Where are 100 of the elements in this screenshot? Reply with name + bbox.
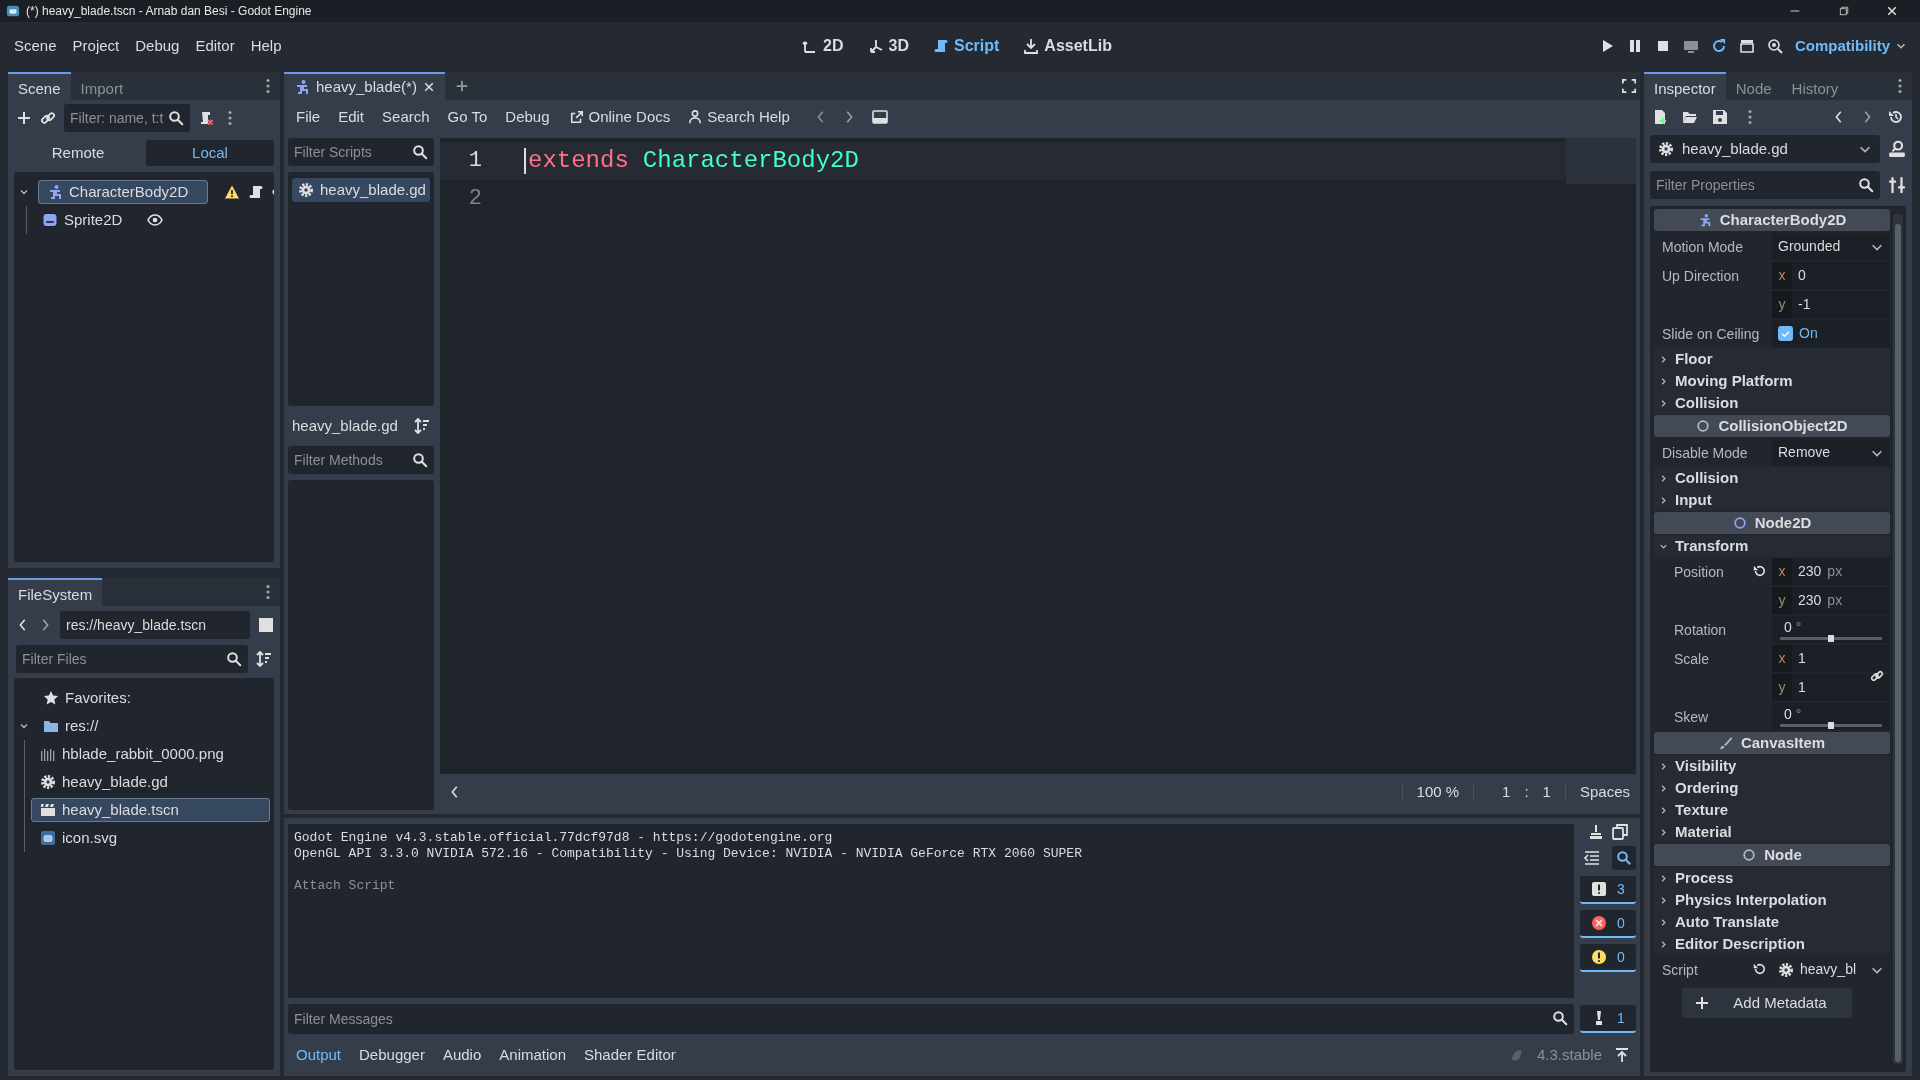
add-tab-icon[interactable]	[454, 79, 469, 93]
slider-field[interactable]: 0 °	[1772, 616, 1890, 643]
number-field[interactable]: y -1	[1772, 291, 1890, 318]
clear-icon[interactable]	[1588, 824, 1604, 840]
indent-mode-button[interactable]: Spaces	[1564, 783, 1636, 801]
pin-icon[interactable]	[1614, 1047, 1630, 1063]
menu-item[interactable]: File	[288, 104, 329, 130]
property-group[interactable]: Collision	[1654, 467, 1890, 489]
dock-tab[interactable]: Inspector	[1644, 72, 1726, 100]
search-icon[interactable]	[1616, 850, 1632, 866]
panel-tab[interactable]: Debugger	[351, 1042, 433, 1068]
menu-item[interactable]: Edit	[330, 104, 373, 130]
property-group[interactable]: Floor	[1654, 348, 1890, 370]
revert-icon[interactable]	[1752, 962, 1766, 976]
property-group[interactable]: Texture	[1654, 799, 1890, 821]
script-list-item[interactable]: heavy_blade.gd	[292, 178, 430, 202]
dock-tab[interactable]: Scene	[8, 72, 71, 100]
panel-tab[interactable]: Output	[288, 1042, 350, 1068]
fullscreen-icon[interactable]	[1622, 79, 1636, 93]
script-icon[interactable]	[248, 184, 264, 200]
close-icon[interactable]	[422, 81, 435, 93]
monitor-icon[interactable]	[1683, 38, 1699, 54]
filter-toggle[interactable]: 0	[1580, 910, 1636, 938]
dropdown[interactable]: Grounded	[1772, 233, 1890, 260]
close-icon[interactable]	[1886, 5, 1898, 17]
filter-field[interactable]: Filter Files	[16, 645, 248, 673]
magnifier-icon[interactable]	[1767, 38, 1783, 54]
panel-tab[interactable]: Audio	[434, 1042, 490, 1068]
open-folder-icon[interactable]	[1682, 109, 1698, 125]
scrollbar-thumb[interactable]	[1895, 224, 1901, 1062]
property-group[interactable]: Collision	[1654, 392, 1890, 414]
filter-field[interactable]: Filter Methods	[288, 446, 434, 474]
menu-item[interactable]: Scene	[6, 33, 65, 59]
sort-icon[interactable]	[413, 418, 430, 434]
copy-icon[interactable]	[1612, 824, 1628, 840]
link-icon[interactable]	[1870, 669, 1884, 683]
mode-toggle[interactable]: Local	[146, 140, 274, 166]
visibility-icon[interactable]	[147, 212, 164, 228]
filesystem-entry[interactable]: heavy_blade.tscn	[31, 798, 270, 822]
detach-script-icon[interactable]	[198, 110, 214, 126]
property-group[interactable]: Transform	[1654, 535, 1890, 557]
slider-thumb[interactable]	[1828, 722, 1834, 730]
property-group[interactable]: Material	[1654, 821, 1890, 843]
resource-picker[interactable]: heavy_bl	[1772, 956, 1890, 983]
link-icon[interactable]	[40, 110, 56, 126]
help-link[interactable]: Online Docs	[561, 104, 679, 130]
slider-thumb[interactable]	[1828, 635, 1834, 643]
property-group[interactable]: Input	[1654, 489, 1890, 511]
mode-toggle[interactable]: Remote	[14, 140, 142, 166]
dropdown[interactable]: Remove	[1772, 439, 1890, 466]
workspace-tab[interactable]: AssetLib	[1015, 32, 1120, 60]
number-field[interactable]: x 230 px	[1772, 558, 1890, 585]
workspace-tab[interactable]: 3D	[859, 32, 917, 60]
filter-toggle[interactable]: 3	[1580, 876, 1636, 904]
stop-icon[interactable]	[1655, 38, 1671, 54]
menu-item[interactable]: Go To	[439, 104, 496, 130]
panel-toggle-icon[interactable]	[871, 109, 888, 125]
renderer-dropdown[interactable]: Compatibility	[1795, 37, 1908, 55]
filter-field[interactable]: Filter Scripts	[288, 138, 434, 166]
menu-item[interactable]: Search	[374, 104, 438, 130]
reload-icon[interactable]	[1711, 38, 1727, 54]
dock-tab[interactable]: Node	[1725, 72, 1782, 100]
menu-item[interactable]: Project	[64, 33, 128, 59]
add-metadata-button[interactable]: Add Metadata	[1682, 988, 1852, 1018]
tools-icon[interactable]	[1888, 176, 1906, 194]
property-group[interactable]: Physics Interpolation	[1654, 889, 1890, 911]
property-group[interactable]: Visibility	[1654, 755, 1890, 777]
property-group[interactable]: Process	[1654, 867, 1890, 889]
help-link[interactable]: Search Help	[680, 104, 798, 130]
menu-item[interactable]: Debug	[127, 33, 188, 59]
sort-icon[interactable]	[256, 651, 272, 667]
class-header[interactable]: Node2D	[1654, 512, 1890, 534]
history-icon[interactable]	[1888, 109, 1904, 125]
documentation-icon[interactable]	[1888, 140, 1906, 158]
class-header[interactable]: CharacterBody2D	[1654, 209, 1890, 231]
property-group[interactable]: Moving Platform	[1654, 370, 1890, 392]
menu-item[interactable]: Debug	[497, 104, 558, 130]
class-header[interactable]: CollisionObject2D	[1654, 415, 1890, 437]
tree-item[interactable]: Sprite2D	[33, 208, 132, 232]
slider-field[interactable]: 0 °	[1772, 703, 1890, 730]
restore-icon[interactable]	[1838, 5, 1850, 17]
dock-tab[interactable]: FileSystem	[8, 578, 103, 606]
filter-field[interactable]: Filter: name, t:t	[64, 104, 190, 132]
menu-item[interactable]: Help	[242, 33, 290, 59]
layout-toggle-icon[interactable]	[258, 617, 274, 633]
editor-tab[interactable]: heavy_blade(*)	[284, 72, 445, 100]
property-group[interactable]: Ordering	[1654, 777, 1890, 799]
filter-field[interactable]: Filter Properties	[1650, 171, 1880, 199]
save-icon[interactable]	[1712, 109, 1728, 125]
dock-tab[interactable]: History	[1781, 72, 1849, 100]
workspace-tab[interactable]: Script	[925, 32, 1008, 60]
filesystem-entry[interactable]: icon.svg	[31, 826, 127, 850]
filesystem-entry[interactable]: hblade_rabbit_0000.png	[31, 742, 233, 766]
number-field[interactable]: x 1	[1772, 645, 1890, 672]
collapse-icon[interactable]	[1584, 850, 1600, 866]
pause-icon[interactable]	[1627, 38, 1643, 54]
filesystem-entry[interactable]: heavy_blade.gd	[31, 770, 177, 794]
object-selector[interactable]: heavy_blade.gd	[1650, 135, 1880, 163]
warning-icon[interactable]	[224, 184, 240, 200]
class-header[interactable]: Node	[1654, 844, 1890, 866]
